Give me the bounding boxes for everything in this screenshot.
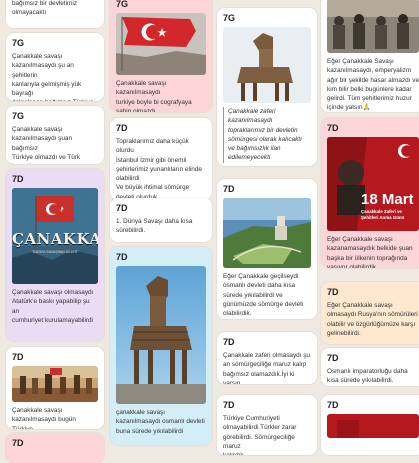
post-author: 7D	[223, 337, 235, 347]
post-card[interactable]: 7D Eğer Çanakkale geçilseydi osmanlı dev…	[217, 179, 317, 319]
post-text: Osmanlı imparatorluğu daha kısa sürede y…	[327, 368, 408, 385]
turkish-flag-image[interactable]	[116, 13, 206, 75]
post-author: 7D	[116, 123, 128, 133]
post-text: Çanakkale savaşı olmasaydı Atatürk'e bas…	[12, 289, 94, 324]
post-text: Çanakkale savaşı kazanılmasaydı bugün Tü…	[12, 407, 76, 429]
trojan-horse-image[interactable]	[116, 266, 206, 404]
post-author: 7D	[12, 438, 24, 448]
post-text: Türkiye Cumhuriyeti olmayabilirdi Türkle…	[223, 415, 297, 455]
post-author: 7D	[223, 400, 235, 410]
post-card[interactable]: 7D ÇANAKKALE "DÜNYA SAVAŞININ İZLERİ" Ça…	[6, 169, 104, 341]
post-text: bağımsız bir devletimiz olmayacaktı	[12, 0, 77, 17]
post-author: 7D	[327, 400, 339, 410]
post-card[interactable]: 7D 18 Mart Çanakkale Zaferi ve Şehitleri…	[321, 118, 419, 268]
post-author: 7D	[327, 123, 339, 133]
soldiers-photo-image[interactable]	[327, 0, 419, 53]
post-card[interactable]: 7D 1. Dünya Savaşı daha kısa sürebilirdi…	[110, 198, 212, 242]
post-text: çanakkale savaşı kazanılmasaydı osmanlı …	[116, 409, 205, 435]
post-card[interactable]: 7D Çanakkale savaşı kazanılmasaydı bugün…	[6, 347, 104, 429]
poster-subtitle: "DÜNYA SAVAŞININ İZLERİ"	[31, 250, 79, 254]
post-card[interactable]: 7G Çanakkale savaşı kazanılmasaydı şu an…	[6, 33, 104, 101]
red-poster-image[interactable]	[327, 414, 419, 438]
post-author: 7D	[116, 252, 128, 262]
post-card[interactable]: bağımsız bir devletimiz olmayacaktı	[6, 0, 104, 28]
poster-subtitle: Çanakkale Zaferi ve Şehitleri Anma Günü	[361, 209, 405, 220]
post-card[interactable]: 7D Çanakkale zaferi olmasaydı şu an sömü…	[217, 332, 317, 384]
post-author: 7G	[12, 111, 25, 121]
18-mart-poster-image[interactable]: 18 Mart Çanakkale Zaferi ve Şehitleri An…	[327, 137, 419, 231]
post-author: 7G	[223, 13, 236, 23]
post-card[interactable]: 7D	[6, 433, 104, 463]
post-card[interactable]: 7D Eğer Çanakkale savaşı olmasaydı Rusya…	[321, 282, 419, 344]
trojan-horse-small-image[interactable]	[223, 27, 311, 103]
post-author: 7G	[12, 38, 25, 48]
post-author: 7D	[223, 184, 235, 194]
post-card[interactable]: 7G Çanakkale savaşı kazanılmasaydı şuan …	[6, 106, 104, 164]
poster-title: 18 Mart	[361, 191, 414, 208]
post-card[interactable]: 7G Çanakkale zaferi kazanılmasaydı topra…	[217, 8, 317, 166]
post-text: Eğer Çanakkale savaşı kazanamasaydık bel…	[327, 236, 413, 268]
post-author: 7D	[327, 353, 339, 363]
post-author: 7D	[116, 203, 128, 213]
post-card[interactable]: 7D Osmanlı imparatorluğu daha kısa süred…	[321, 348, 419, 386]
post-text: 1. Dünya Savaşı daha kısa sürebilirdi.	[116, 218, 193, 235]
trojan-horse-photo	[116, 266, 206, 404]
post-author: 7D	[12, 352, 24, 362]
post-text: Topraklarımız daha küçük olurdu İstanbul…	[116, 138, 202, 200]
post-author: 7D	[12, 174, 24, 184]
post-author: 7D	[327, 287, 339, 297]
post-text: Eğer Çanakkale savaşı olmasaydı Rusya'nı…	[327, 302, 418, 337]
post-text: Çanakkale zaferi olmasaydı şu an sömürge…	[223, 352, 311, 384]
post-text: Eğer Çanakkale geçilseydi osmanlı devlet…	[223, 273, 304, 318]
memorial-aerial-image[interactable]	[223, 198, 311, 268]
post-quote: Çanakkale zaferi kazanılmasaydı toprakla…	[223, 107, 311, 163]
battle-painting-image[interactable]	[12, 366, 98, 402]
canakkale-poster-image[interactable]: ÇANAKKALE "DÜNYA SAVAŞININ İZLERİ"	[12, 188, 98, 284]
post-card[interactable]: 7G Çanakkale savaşı kazanılmasaydı turki…	[110, 0, 212, 112]
post-text: Çanakkale savaşı kazanılmasaydı şu an şe…	[12, 53, 94, 101]
red-poster	[327, 414, 419, 438]
trojan-horse-photo	[223, 27, 311, 103]
battle-painting	[12, 366, 98, 402]
post-card[interactable]: Eğer Çanakkale Savaşı kazanılmasaydı, em…	[321, 0, 419, 112]
post-author: 7G	[116, 0, 129, 9]
poster-title: ÇANAKKALE	[12, 230, 98, 248]
memorial-photo	[223, 198, 311, 268]
post-text: Çanakkale savaşı kazanılmasaydı turkiye …	[116, 80, 192, 112]
post-text: Çanakkale savaşı kazanılmasaydı şuan bağ…	[12, 126, 81, 164]
post-card[interactable]: 7D	[321, 395, 419, 455]
post-card[interactable]: 7D Topraklarımız daha küçük olurdu İstan…	[110, 118, 212, 200]
flag-photo	[116, 13, 206, 75]
post-text: Eğer Çanakkale Savaşı kazanılmasaydı, em…	[327, 58, 419, 112]
post-card[interactable]: 7D Türkiye Cumhuriyeti olmayabilirdi Tür…	[217, 395, 317, 455]
soldiers-photo	[327, 0, 419, 53]
post-card[interactable]: 7D çanakkale savaşı kazanılmasaydı osman…	[110, 247, 212, 445]
